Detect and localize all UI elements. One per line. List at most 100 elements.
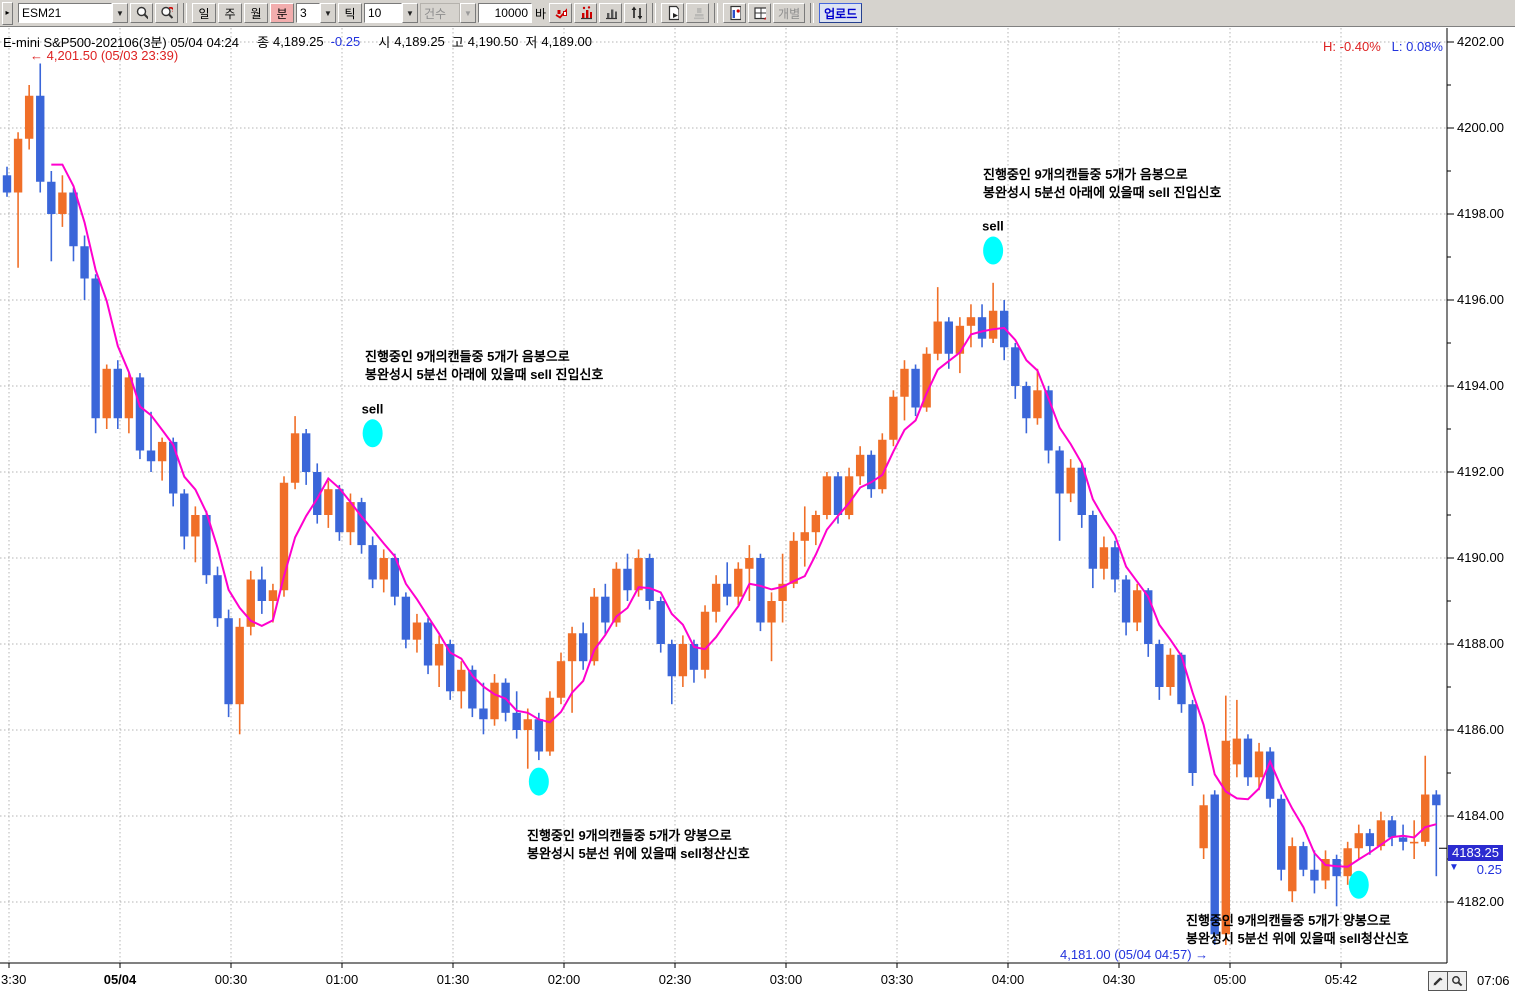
- candle-body: [579, 633, 587, 661]
- candle-body: [335, 489, 343, 532]
- price-tick-label: 4184.00: [1457, 808, 1504, 823]
- candle-body: [25, 96, 33, 139]
- candle-body: [457, 670, 465, 692]
- candle-body: [934, 322, 942, 354]
- candle-body: [557, 661, 565, 698]
- chevron-down-icon[interactable]: ▼: [320, 3, 336, 23]
- candle-body: [546, 698, 554, 752]
- period-minute-button[interactable]: 분: [270, 3, 294, 23]
- price-tick-label: 4200.00: [1457, 120, 1504, 135]
- candle-body: [967, 317, 975, 326]
- candle-body: [1355, 833, 1363, 848]
- period-month-button[interactable]: 월: [244, 3, 268, 23]
- toolbar-grip[interactable]: ▸: [2, 2, 13, 25]
- time-tick-label: 01:30: [437, 972, 470, 987]
- candle-body: [823, 476, 831, 515]
- magnifier-icon: [1451, 975, 1463, 987]
- signal-marker-ellipse: [529, 768, 549, 796]
- toolbar-separator: [714, 3, 718, 23]
- candle-body: [1188, 704, 1196, 773]
- count-combo-value[interactable]: 건수: [420, 3, 460, 23]
- period-week-button[interactable]: 주: [218, 3, 242, 23]
- candle-line-icon: [554, 5, 567, 21]
- bars-red-icon: [579, 5, 592, 21]
- time-tick-label: 02:30: [659, 972, 692, 987]
- doc-chart-button[interactable]: [723, 3, 746, 23]
- bar-count-input[interactable]: 10000: [478, 3, 532, 23]
- bar-unit-label: 바: [533, 5, 548, 22]
- candle-body: [324, 489, 332, 515]
- candle-body: [14, 139, 22, 193]
- price-tick-label: 4188.00: [1457, 636, 1504, 651]
- candle-body: [136, 377, 144, 450]
- time-tick-label: 00:30: [215, 972, 248, 987]
- individual-button[interactable]: 개별: [773, 3, 805, 23]
- chevron-down-icon[interactable]: ▼: [112, 3, 128, 23]
- chart-canvas[interactable]: sellsell4202.004200.004198.004196.004194…: [0, 27, 1515, 996]
- candle-body: [1244, 739, 1252, 778]
- magnifier-icon: [135, 5, 148, 21]
- candle-body: [1310, 870, 1318, 881]
- candle-body: [1222, 741, 1230, 935]
- count-combo[interactable]: 건수▼: [420, 3, 476, 23]
- candle-body: [801, 532, 809, 541]
- price-tick-label: 4186.00: [1457, 722, 1504, 737]
- stamp-button[interactable]: [686, 3, 709, 23]
- candle-body: [1421, 795, 1429, 842]
- candle-body: [601, 597, 609, 623]
- candle-body: [80, 246, 88, 278]
- price-tick-label: 4190.00: [1457, 550, 1504, 565]
- price-tick-label: 4192.00: [1457, 464, 1504, 479]
- candle-style-button[interactable]: [549, 3, 572, 23]
- signal-marker-ellipse: [363, 419, 383, 447]
- candle-body: [1133, 590, 1141, 622]
- candle-body: [103, 369, 111, 418]
- symbol-combo-value[interactable]: ESM21: [18, 3, 112, 23]
- candle-body: [834, 476, 842, 515]
- time-tick-label: 03:00: [770, 972, 803, 987]
- time-tick-label: 01:00: [326, 972, 359, 987]
- upload-button[interactable]: 업로드: [819, 3, 862, 23]
- candle-body: [413, 623, 421, 640]
- tick-count-combo-value[interactable]: 10: [364, 3, 402, 23]
- draw-tool-button[interactable]: [1428, 971, 1448, 991]
- period-day-button[interactable]: 일: [192, 3, 216, 23]
- candle-body: [767, 601, 775, 623]
- tick-count-combo[interactable]: 10▼: [364, 3, 418, 23]
- symbol-combo[interactable]: ESM21▼: [18, 3, 128, 23]
- candle-body: [180, 494, 188, 537]
- sort-updown-button[interactable]: [624, 3, 647, 23]
- candle-body: [58, 193, 66, 215]
- candle-body: [1111, 547, 1119, 579]
- zoom-tool-button[interactable]: [1447, 971, 1467, 991]
- zoom-back-button[interactable]: [155, 3, 178, 23]
- candle-body: [158, 442, 166, 461]
- candle-body: [812, 515, 820, 532]
- time-tick-label: 05:00: [1214, 972, 1247, 987]
- candle-body: [889, 397, 897, 440]
- candle-body: [235, 627, 243, 704]
- table-grid-button[interactable]: [748, 3, 771, 23]
- candle-body: [1233, 739, 1241, 765]
- volume-alert-button[interactable]: [574, 3, 597, 23]
- export-doc-button[interactable]: [661, 3, 684, 23]
- toolbar-separator: [652, 3, 656, 23]
- candle-body: [524, 719, 532, 730]
- minute-interval-combo[interactable]: 3▼: [296, 3, 336, 23]
- candle-body: [535, 719, 543, 751]
- candle-body: [213, 575, 221, 618]
- chevron-down-icon[interactable]: ▼: [402, 3, 418, 23]
- candle-body: [1432, 795, 1440, 806]
- price-tick-label: 4202.00: [1457, 34, 1504, 49]
- candle-body: [1288, 846, 1296, 891]
- minute-interval-combo-value[interactable]: 3: [296, 3, 320, 23]
- candle-body: [36, 96, 44, 182]
- candle-body: [1388, 820, 1396, 837]
- time-tick-label: 03:30: [881, 972, 914, 987]
- magnifier-red-icon: [160, 5, 173, 21]
- signal-marker-ellipse: [1349, 871, 1369, 899]
- zoom-in-button[interactable]: [130, 3, 153, 23]
- tick-button[interactable]: 틱: [338, 3, 362, 23]
- volume-button[interactable]: [599, 3, 622, 23]
- chevron-down-icon[interactable]: ▼: [460, 3, 476, 23]
